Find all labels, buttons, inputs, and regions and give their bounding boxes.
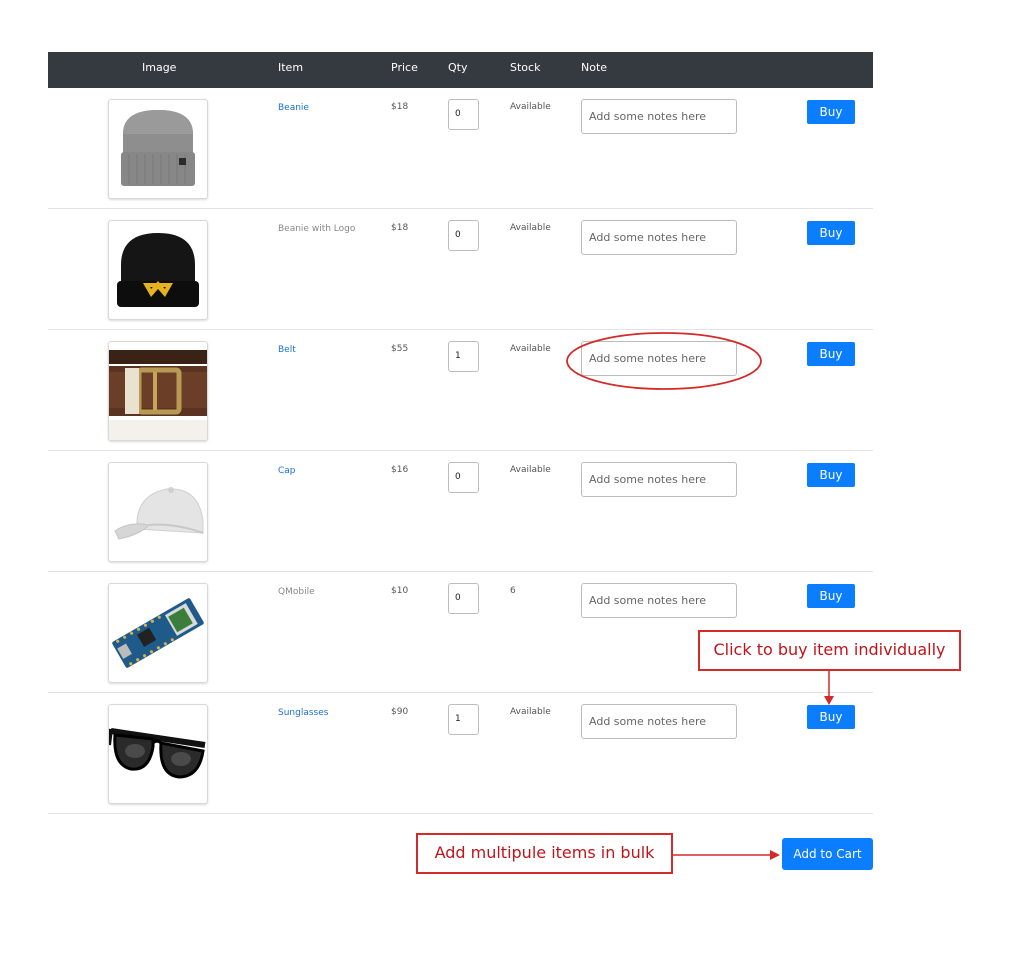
table-row: Cap $16 0 Available Add some notes here … [48,451,873,572]
quantity-input[interactable]: 0 [448,99,479,130]
table-row: Belt $55 1 Available Add some notes here… [48,330,873,451]
item-name-link[interactable]: Cap [278,465,296,477]
product-thumbnail [108,220,208,320]
buy-button[interactable]: Buy [807,584,855,608]
sunglasses-image [109,728,206,779]
note-input[interactable]: Add some notes here [581,341,737,376]
item-price: $10 [391,586,409,596]
product-thumbnail [108,462,208,562]
buy-individually-callout: Click to buy item individually [698,630,961,671]
header-qty: Qty [448,61,468,74]
buy-button[interactable]: Buy [807,100,855,124]
table-row: Beanie $18 0 Available Add some notes he… [48,88,873,209]
stock-status: Available [510,102,551,112]
gray-beanie-image [121,110,195,186]
stock-status: Available [510,707,551,717]
note-input[interactable]: Add some notes here [581,704,737,739]
stock-status: 6 [510,586,516,596]
stock-status: Available [510,465,551,475]
arrow-to-cart-icon [673,850,780,860]
item-name[interactable]: Beanie with Logo [278,223,355,235]
quantity-input[interactable]: 0 [448,220,479,251]
circuit-board-image [112,598,204,668]
leather-belt-image [109,350,207,440]
product-thumbnail [108,704,208,804]
note-input[interactable]: Add some notes here [581,220,737,255]
white-cap-image [114,487,204,540]
header-image: Image [142,61,177,74]
note-input[interactable]: Add some notes here [581,462,737,497]
header-price: Price [391,61,418,74]
item-name-link[interactable]: Sunglasses [278,707,328,719]
products-table: Image Item Price Qty Stock Note Beanie $ [48,52,873,814]
table-row: Beanie with Logo $18 0 Available Add som… [48,209,873,330]
buy-button[interactable]: Buy [807,342,855,366]
buy-button[interactable]: Buy [807,705,855,729]
header-item: Item [278,61,304,74]
item-price: $55 [391,344,409,354]
item-name-link[interactable]: Belt [278,344,296,356]
item-price: $18 [391,102,409,112]
item-price: $18 [391,223,409,233]
buy-button[interactable]: Buy [807,463,855,487]
add-to-cart-button[interactable]: Add to Cart [782,838,873,870]
product-thumbnail [108,341,208,441]
item-price: $16 [391,465,409,475]
product-thumbnail [108,583,208,683]
note-input[interactable]: Add some notes here [581,583,737,618]
header-note: Note [581,61,608,74]
quantity-input[interactable]: 1 [448,341,479,372]
note-input[interactable]: Add some notes here [581,99,737,134]
stock-status: Available [510,344,551,354]
quantity-input[interactable]: 0 [448,583,479,614]
table-header: Image Item Price Qty Stock Note [48,52,873,88]
header-stock: Stock [510,61,541,74]
black-beanie-logo-image [117,233,199,307]
buy-button[interactable]: Buy [807,221,855,245]
stock-status: Available [510,223,551,233]
item-name[interactable]: QMobile [278,586,315,598]
bulk-add-callout: Add multipule items in bulk [416,833,673,874]
table-row: Sunglasses $90 1 Available Add some note… [48,693,873,814]
quantity-input[interactable]: 1 [448,704,479,735]
item-price: $90 [391,707,409,717]
quantity-input[interactable]: 0 [448,462,479,493]
item-name-link[interactable]: Beanie [278,102,309,114]
product-thumbnail [108,99,208,199]
